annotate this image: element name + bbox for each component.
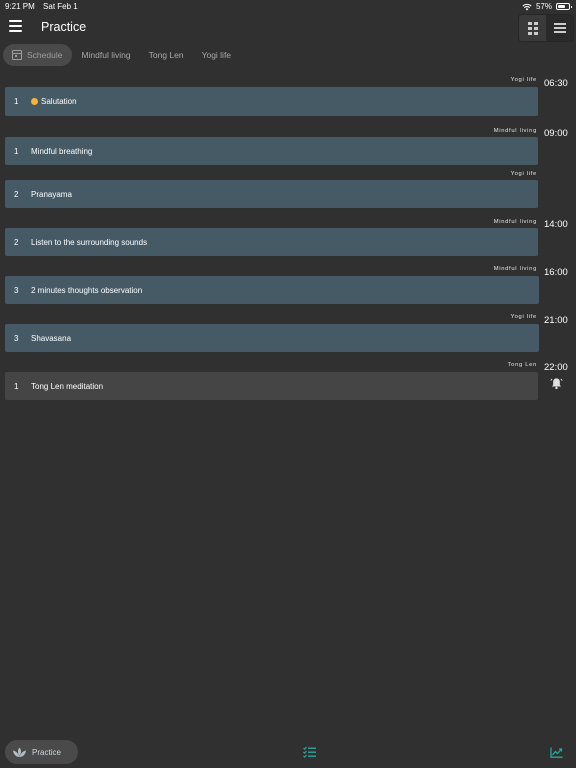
tab-label: Mindful living	[81, 50, 131, 60]
view-toggle	[518, 14, 574, 42]
time-label: 09:00	[544, 128, 568, 139]
nav-practice[interactable]: Practice	[5, 740, 78, 764]
schedule-item[interactable]: 3 2 minutes thoughts observation	[5, 276, 539, 304]
group-label: Mindful living	[493, 128, 537, 134]
app-bar: Practice	[0, 12, 576, 42]
nav-practice-label: Practice	[32, 747, 61, 757]
trending-chart-icon[interactable]	[550, 747, 563, 758]
item-number: 2	[14, 237, 19, 247]
tab-mindful-living[interactable]: Mindful living	[72, 44, 139, 66]
time-label: 22:00	[544, 362, 568, 373]
tab-bar: Schedule Mindful living Tong Len Yogi li…	[3, 44, 240, 66]
group-label: Mindful living	[493, 266, 537, 272]
item-title: 2 minutes thoughts observation	[31, 285, 143, 295]
tab-schedule[interactable]: Schedule	[3, 44, 73, 66]
schedule-item[interactable]: 2 Pranayama	[5, 180, 538, 208]
status-bar: 9:21 PM Sat Feb 1 57%	[0, 0, 576, 12]
time-label: 14:00	[544, 219, 568, 230]
schedule-item[interactable]: 3 Shavasana	[5, 324, 539, 352]
page-title: Practice	[41, 20, 87, 34]
time-label: 21:00	[544, 315, 568, 326]
tab-label: Tong Len	[148, 50, 184, 60]
time-label: 06:30	[544, 78, 568, 89]
item-title: Shavasana	[31, 333, 72, 343]
grid-view-button[interactable]	[519, 15, 546, 41]
item-number: 1	[14, 97, 19, 106]
item-title: Mindful breathing	[31, 146, 93, 156]
item-title: Pranayama	[31, 189, 72, 199]
schedule-item[interactable]: 1 Mindful breathing	[5, 137, 538, 165]
item-title: Tong Len meditation	[31, 381, 104, 391]
time-label: 16:00	[544, 267, 568, 278]
tab-tong-len[interactable]: Tong Len	[140, 44, 193, 66]
battery-icon	[556, 3, 572, 10]
calendar-icon	[12, 50, 22, 60]
list-view-icon	[553, 21, 566, 35]
checklist-icon[interactable]	[303, 746, 316, 758]
status-date: Sat Feb 1	[43, 2, 78, 11]
hamburger-menu-icon[interactable]	[9, 20, 22, 32]
item-title: Listen to the surrounding sounds	[31, 237, 148, 247]
group-label: Yogi life	[510, 77, 537, 83]
status-right: 57%	[522, 2, 572, 11]
lotus-icon	[13, 747, 26, 757]
bell-alarm-icon[interactable]	[550, 377, 563, 390]
tab-yogi-life[interactable]: Yogi life	[193, 44, 240, 66]
item-number: 2	[14, 189, 19, 199]
tab-label: Yogi life	[201, 50, 232, 60]
item-number: 3	[14, 285, 19, 295]
list-view-button[interactable]	[546, 15, 573, 41]
battery-percent: 57%	[535, 2, 552, 11]
group-label: Mindful living	[493, 219, 537, 225]
schedule-item[interactable]: 1 Tong Len meditation	[5, 372, 538, 400]
item-number: 1	[14, 146, 19, 156]
status-time: 9:21 PM	[5, 2, 35, 11]
group-label: Yogi life	[510, 314, 537, 320]
grid-view-icon	[527, 21, 538, 35]
sun-icon	[31, 98, 38, 105]
tab-label: Schedule	[27, 50, 63, 60]
group-label: Yogi life	[510, 171, 537, 177]
schedule-item[interactable]: 2 Listen to the surrounding sounds	[5, 228, 538, 256]
wifi-icon	[522, 3, 532, 10]
item-number: 1	[14, 381, 19, 391]
item-title: Salutation	[41, 97, 77, 106]
status-left: 9:21 PM Sat Feb 1	[5, 2, 84, 11]
schedule-item[interactable]: 1 Salutation	[5, 87, 538, 116]
item-number: 3	[14, 333, 19, 343]
group-label: Tong Len	[507, 362, 537, 368]
bottom-nav: Practice	[0, 736, 576, 768]
